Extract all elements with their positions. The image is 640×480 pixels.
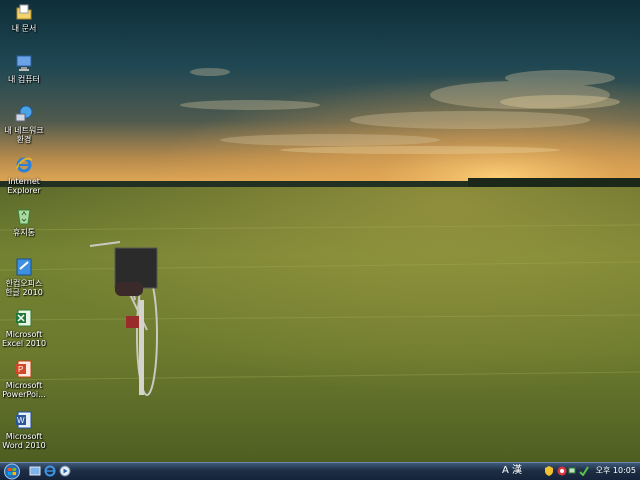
ime-lang[interactable]: 漢: [512, 465, 522, 476]
desktop-icon-my-network[interactable]: 내 네트워크 환경: [0, 104, 48, 144]
icon-label: 내 컴퓨터: [8, 75, 40, 84]
security-shield-icon[interactable]: [544, 466, 554, 476]
ime-mode[interactable]: A: [502, 465, 509, 476]
network-status-icon[interactable]: [568, 466, 578, 476]
desktop-icon-hancom-hwp[interactable]: 한컴오피스 한글 2010: [0, 257, 48, 297]
windows-orb-icon[interactable]: [2, 463, 22, 480]
system-tray: A 漢 오후 10:05: [500, 463, 640, 480]
desktop-icon-recycle-bin[interactable]: 휴지통: [0, 206, 48, 237]
computer-icon: [16, 55, 32, 71]
svg-text:W: W: [17, 416, 25, 425]
desktop-wallpaper: [0, 0, 640, 462]
recycle-bin-icon: [17, 209, 31, 225]
powerpoint-icon: P: [16, 360, 32, 378]
icon-label: 내 문서: [11, 24, 37, 33]
ie-icon: [15, 157, 33, 173]
excel-icon: [16, 309, 32, 327]
antivirus-icon[interactable]: [557, 466, 567, 476]
icon-label: 휴지통: [12, 228, 36, 237]
folder-icon: [16, 4, 32, 20]
clock[interactable]: 오후 10:05: [596, 465, 636, 477]
desktop-icon-word[interactable]: W Microsoft Word 2010: [0, 410, 48, 450]
taskbar: A 漢 오후 10:05: [0, 462, 640, 480]
icon-label: Microsoft PowerPoi...: [2, 381, 46, 399]
show-desktop-icon[interactable]: [28, 464, 42, 478]
ie-icon[interactable]: [43, 464, 57, 478]
ime-indicator[interactable]: A 漢: [502, 464, 522, 478]
desktop-icons: 내 문서 내 컴퓨터 내 네트워크 환경 Internet Explorer 휴…: [0, 0, 52, 462]
sync-icon[interactable]: [579, 466, 589, 476]
desktop-icon-internet-explorer[interactable]: Internet Explorer: [0, 155, 48, 195]
media-player-icon[interactable]: [58, 464, 72, 478]
hwp-icon: [16, 258, 32, 276]
svg-text:P: P: [18, 365, 23, 374]
desktop-icon-my-documents[interactable]: 내 문서: [0, 2, 48, 33]
desktop-icon-powerpoint[interactable]: P Microsoft PowerPoi...: [0, 359, 48, 399]
word-icon: W: [16, 411, 32, 429]
network-icon: [15, 105, 33, 122]
icon-label: Microsoft Excel 2010: [1, 330, 47, 348]
desktop-icon-excel[interactable]: Microsoft Excel 2010: [0, 308, 48, 348]
icon-label: Microsoft Word 2010: [2, 432, 46, 450]
icon-label: 내 네트워크 환경: [4, 126, 44, 144]
icon-label: 한컴오피스 한글 2010: [5, 279, 43, 297]
icon-label: Internet Explorer: [7, 177, 41, 195]
desktop-icon-my-computer[interactable]: 내 컴퓨터: [0, 53, 48, 84]
